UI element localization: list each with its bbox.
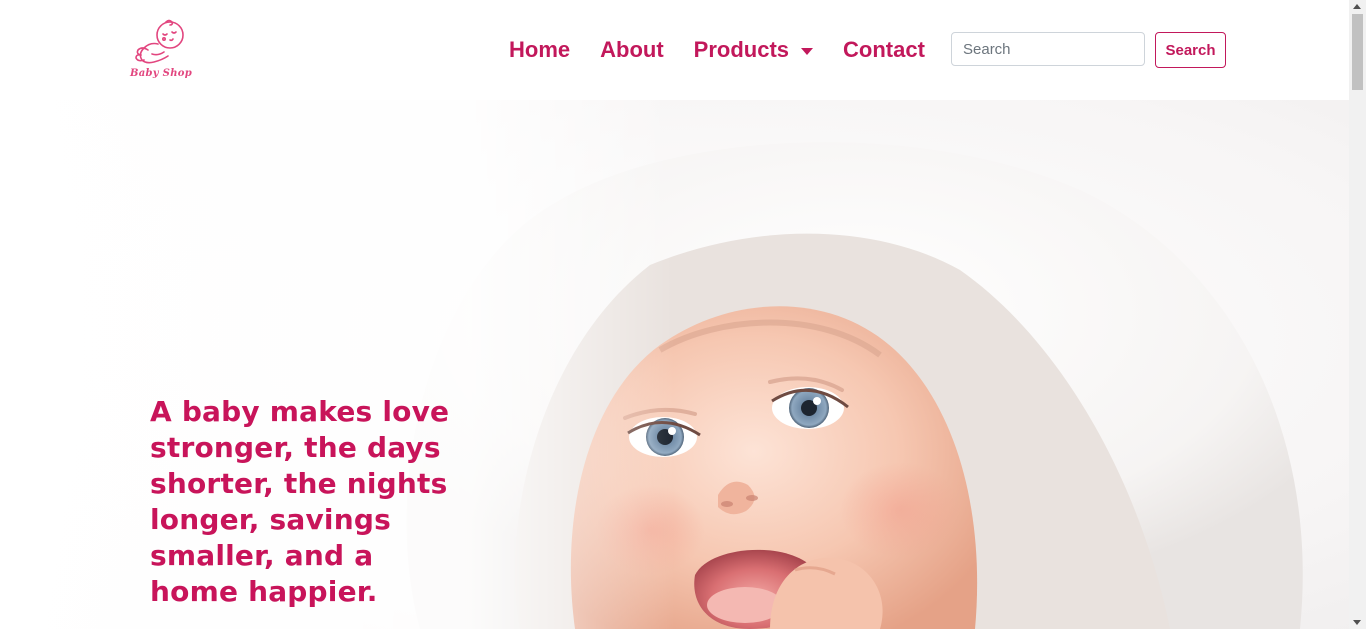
brand-logo[interactable]: Baby Shop: [126, 18, 196, 82]
nav-home-link[interactable]: Home: [509, 37, 570, 63]
scroll-up-arrow-icon[interactable]: [1353, 4, 1361, 9]
nav-about-link[interactable]: About: [600, 37, 664, 63]
page: Baby Shop Home About Products Contact Se…: [0, 0, 1366, 629]
hero-banner: A baby makes love stronger, the days sho…: [0, 100, 1349, 629]
nav-products-dropdown[interactable]: Products: [693, 37, 814, 63]
search-button[interactable]: Search: [1155, 32, 1226, 68]
brand-logo-text: Baby Shop: [129, 68, 193, 79]
nav-products-label: Products: [693, 37, 790, 62]
nav-contact-link[interactable]: Contact: [843, 37, 925, 63]
sleeping-baby-icon: [135, 19, 184, 64]
caret-down-icon: [801, 47, 814, 55]
main-nav: Home About Products Contact: [509, 34, 955, 66]
search-input[interactable]: [951, 32, 1145, 66]
scroll-down-arrow-icon[interactable]: [1353, 620, 1361, 625]
vertical-scrollbar[interactable]: [1349, 0, 1366, 629]
hero-quote: A baby makes love stronger, the days sho…: [150, 395, 450, 608]
scroll-thumb[interactable]: [1352, 14, 1363, 90]
navbar: Baby Shop Home About Products Contact Se…: [0, 0, 1349, 100]
